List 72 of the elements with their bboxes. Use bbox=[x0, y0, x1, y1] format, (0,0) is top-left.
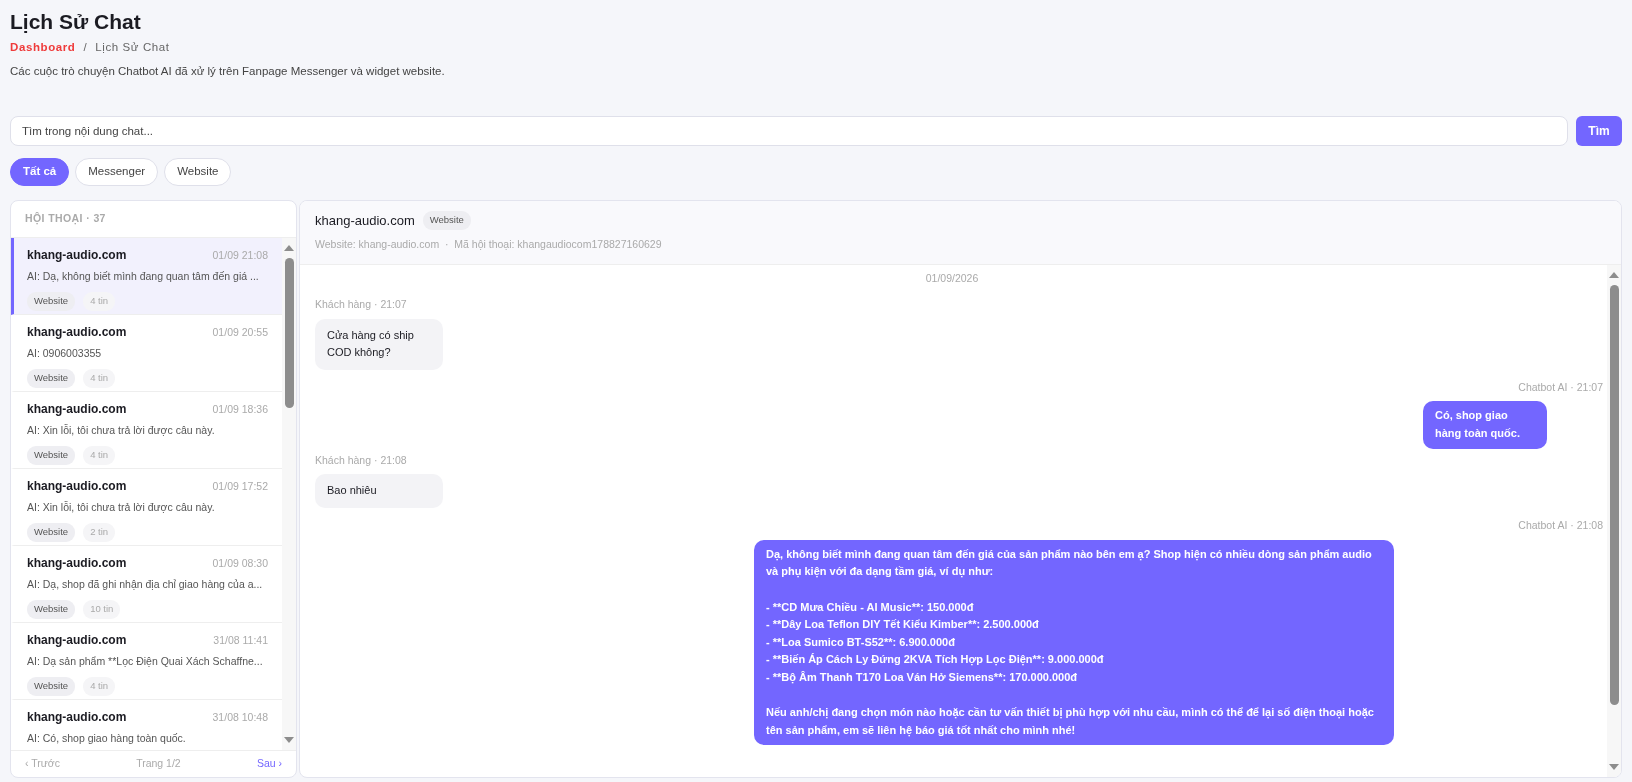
message-count: 4 tin bbox=[83, 677, 116, 696]
scrollbar-thumb[interactable] bbox=[284, 257, 294, 408]
breadcrumb-link[interactable]: Dashboard bbox=[10, 41, 76, 54]
filter-tab[interactable]: Messenger bbox=[75, 157, 159, 186]
customer-message: Cửa hàng có ship COD không? bbox=[315, 318, 443, 370]
message-meta: Chatbot AI · 21:07 bbox=[1518, 379, 1603, 395]
customer-message: Bao nhiêu bbox=[315, 474, 443, 508]
conversation-name: khang-audio.com bbox=[27, 554, 127, 572]
conversation-name: khang-audio.com bbox=[27, 246, 127, 264]
search-button[interactable]: Tìm bbox=[1576, 115, 1622, 146]
page-title: Lịch Sử Chat bbox=[10, 9, 142, 35]
message-count: 4 tin bbox=[83, 369, 116, 388]
channel-tag: Website bbox=[27, 446, 76, 465]
conversation-preview: AI: Dạ sản phẩm **Lọc Điện Quai Xách Schaffne... bbox=[27, 653, 264, 669]
next-page-link[interactable]: Sau › bbox=[256, 756, 282, 772]
chat-meta: Website: khang-audio.com · Mã hội thoại: khangaudiocom178827160629 bbox=[315, 237, 663, 253]
breadcrumb-separator: / bbox=[83, 41, 88, 54]
conversation-count: HỘI THOẠI · 37 bbox=[11, 200, 296, 238]
scrollbar[interactable] bbox=[282, 237, 296, 751]
conversation-item[interactable]: khang-audio.com 01/09 18:36 AI: Xin lỗi, tôi chưa trả lời được câu này. Website 4 tin bbox=[11, 391, 282, 469]
conversation-preview: AI: Xin lỗi, tôi chưa trả lời được câu này. bbox=[27, 499, 216, 515]
channel-tag: Website bbox=[27, 523, 76, 542]
conversation-name: khang-audio.com bbox=[27, 631, 127, 649]
conversation-name: khang-audio.com bbox=[27, 323, 127, 341]
scroll-down-icon[interactable] bbox=[1608, 763, 1620, 771]
message-count: 10 tin bbox=[83, 600, 121, 619]
filter-tab[interactable]: Tất cả bbox=[10, 157, 70, 186]
conversation-time: 31/08 10:48 bbox=[212, 709, 268, 725]
conversation-preview: AI: Dạ, shop đã ghi nhận địa chỉ giao hàng của a... bbox=[27, 576, 264, 592]
conversation-preview: AI: Xin lỗi, tôi chưa trả lời được câu này. bbox=[27, 422, 216, 438]
message-meta: Chatbot AI · 21:08 bbox=[1518, 518, 1603, 533]
scrollbar-thumb[interactable] bbox=[1609, 285, 1619, 706]
conversation-item[interactable]: khang-audio.com 01/09 20:55 AI: 0906003355 Website 4 tin bbox=[11, 314, 282, 392]
scroll-up-icon[interactable] bbox=[1608, 271, 1620, 280]
scrollbar[interactable] bbox=[1607, 265, 1621, 777]
conversation-name: khang-audio.com bbox=[27, 477, 127, 495]
scroll-down-icon[interactable] bbox=[283, 736, 295, 745]
conversation-time: 01/09 17:52 bbox=[212, 478, 268, 494]
conversation-item[interactable]: khang-audio.com 31/08 11:41 AI: Dạ sản phẩm **Lọc Điện Quai Xách Schaffne... Website 4 tin bbox=[11, 622, 282, 700]
conversation-item[interactable]: khang-audio.com 01/09 08:30 AI: Dạ, shop đã ghi nhận địa chỉ giao hàng của a... Website 10 tin bbox=[11, 545, 282, 623]
conversation-time: 31/08 11:41 bbox=[213, 632, 268, 648]
chat-title: khang-audio.com bbox=[315, 211, 415, 230]
message-count: 2 tin bbox=[83, 523, 116, 542]
conversation-time: 01/09 18:36 bbox=[212, 401, 268, 417]
conversation-time: 01/09 20:55 bbox=[212, 324, 268, 340]
conversation-name: khang-audio.com bbox=[27, 400, 127, 418]
channel-tag: Website bbox=[27, 677, 76, 696]
message-count: 4 tin bbox=[83, 446, 116, 465]
channel-tag: Website bbox=[27, 600, 76, 619]
scroll-up-icon[interactable] bbox=[283, 243, 295, 252]
date-divider: 01/09/2026 bbox=[924, 271, 980, 287]
conversation-time: 01/09 21:08 bbox=[212, 247, 268, 263]
conversation-name: khang-audio.com bbox=[27, 708, 127, 726]
conversation-preview: AI: Dạ, không biết mình đang quan tâm đến giá ... bbox=[27, 268, 260, 284]
message-count: 4 tin bbox=[83, 292, 116, 311]
conversation-item[interactable]: khang-audio.com 01/09 21:08 AI: Dạ, không biết mình đang quan tâm đến giá ... Website 4 tin bbox=[11, 237, 282, 315]
page-description: Các cuộc trò chuyện Chatbot AI đã xử lý trên Fanpage Messenger và widget website. bbox=[10, 63, 446, 79]
search-field[interactable]: Tìm trong nội dung chat... bbox=[10, 115, 1568, 146]
message-meta: Khách hàng · 21:07 bbox=[315, 296, 408, 312]
conversation-item[interactable]: khang-audio.com 01/09 17:52 AI: Xin lỗi, tôi chưa trả lời được câu này. Website 2 tin bbox=[11, 468, 282, 546]
bot-message: Có, shop giao hàng toàn quốc. bbox=[1423, 401, 1547, 449]
conversation-time: 01/09 08:30 bbox=[212, 555, 268, 571]
breadcrumb-current: Lịch Sử Chat bbox=[95, 41, 170, 54]
filter-tab[interactable]: Website bbox=[164, 157, 232, 186]
channel-tag: Website bbox=[422, 211, 471, 230]
bot-message: Dạ, không biết mình đang quan tâm đến giá của sản phẩm nào bên em ạ? Shop hiện có nhiều dòng sản phẩm audio và phụ kiện với đa dạng tầm giá, ví dụ như: - **CD Mưa Chiều - AI Music**: 150.000đ - **Dây Loa Teflon DIY Tết Kiểu Kimber**: 2.500.000đ - **Loa Sumico BT-S52**: 6.900.000đ - **Biến Áp Cách Ly Đứng 2KVA Tích Hợp Lọc Điện**: 9.000.000đ - **Bộ Âm Thanh T170 Loa Ván Hở Siemens**: 170.000.000đ Nếu anh/chị đang chọn món nào hoặc cần tư vấn thiết bị phù hợp với nhu cầu, mình có thể để lại số điện thoại hoặc tên sản phẩm, em sẽ liên hệ báo giá tốt nhất cho mình nhé! bbox=[754, 539, 1394, 746]
channel-tag: Website bbox=[27, 292, 76, 311]
message-meta: Khách hàng · 21:08 bbox=[315, 452, 408, 468]
conversation-preview: AI: 0906003355 bbox=[27, 345, 103, 361]
channel-tag: Website bbox=[27, 369, 76, 388]
conversation-preview: AI: Có, shop giao hàng toàn quốc. bbox=[27, 730, 187, 746]
page-indicator: Trang 1/2 bbox=[136, 756, 181, 772]
